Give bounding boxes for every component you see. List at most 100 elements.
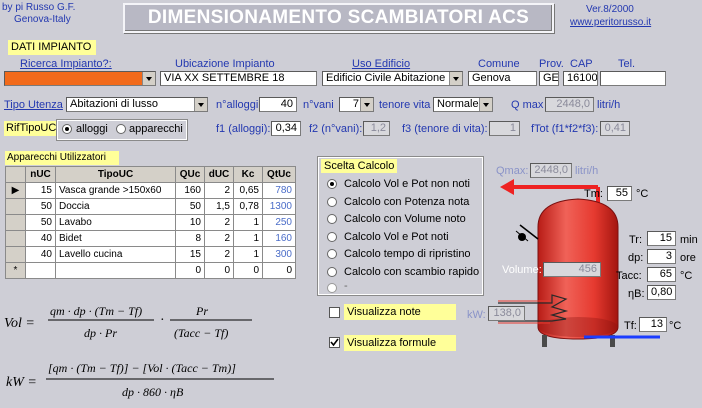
comune-input[interactable]: Genova bbox=[468, 71, 537, 86]
table-row[interactable]: 40 Bidet 8 2 1 160 bbox=[5, 230, 296, 247]
cell-nuc[interactable]: 40 bbox=[25, 246, 56, 263]
ubicazione-input[interactable]: VIA XX SETTEMBRE 18 bbox=[160, 71, 317, 86]
tenore-vita-combo[interactable]: Normale bbox=[433, 97, 493, 112]
ricerca-impianto-combo[interactable] bbox=[4, 71, 156, 86]
table-row[interactable]: ▶ 15 Vasca grande >150x60 160 2 0,65 780 bbox=[5, 182, 296, 199]
radio-alloggi[interactable] bbox=[62, 124, 72, 134]
col-kc[interactable]: Kc bbox=[233, 166, 263, 183]
tel-input[interactable] bbox=[600, 71, 666, 86]
qmax-output: 2448,0 bbox=[545, 97, 594, 112]
radio-apparecchi[interactable] bbox=[116, 124, 126, 134]
nvani-combo[interactable]: 7 bbox=[339, 97, 374, 112]
cell-duc[interactable]: 2 bbox=[204, 182, 234, 199]
cell-qtuc: 300 bbox=[262, 246, 296, 263]
table-row[interactable]: 40 Lavello cucina 15 2 1 300 bbox=[5, 246, 296, 263]
cell-tipouc[interactable]: Vasca grande >150x60 bbox=[55, 182, 176, 199]
boiler-leg bbox=[542, 335, 547, 347]
formula-kw-den: dp · 860 · ηB bbox=[122, 385, 184, 399]
cell-tipouc[interactable]: Bidet bbox=[55, 230, 176, 247]
cell-quc[interactable]: 50 bbox=[175, 198, 205, 215]
visualizza-note-checkbox[interactable] bbox=[329, 307, 340, 318]
radio-calc-1[interactable] bbox=[327, 197, 337, 207]
dp-input[interactable]: 3 bbox=[647, 249, 676, 264]
visualizza-formule-checkbox[interactable] bbox=[329, 337, 340, 348]
cell-kc[interactable]: 1 bbox=[233, 230, 263, 247]
f1-output: 0,34 bbox=[271, 121, 301, 136]
row-selector[interactable] bbox=[5, 198, 26, 215]
col-tipouc[interactable]: TipoUC bbox=[55, 166, 176, 183]
cell-nuc[interactable]: 50 bbox=[25, 198, 56, 215]
cell-duc[interactable]: 0 bbox=[204, 262, 234, 279]
row-current-marker[interactable]: ▶ bbox=[5, 182, 26, 199]
col-duc[interactable]: dUC bbox=[204, 166, 234, 183]
cell-kc[interactable]: 0 bbox=[233, 262, 263, 279]
cell-tipouc[interactable]: Doccia bbox=[55, 198, 176, 215]
cell-quc[interactable]: 160 bbox=[175, 182, 205, 199]
tacc-input[interactable]: 65 bbox=[647, 267, 676, 282]
eta-label: ηB: bbox=[628, 288, 645, 300]
cell-tipouc[interactable] bbox=[55, 262, 176, 279]
col-nuc[interactable]: nUC bbox=[25, 166, 56, 183]
nvani-value: 7 bbox=[352, 98, 359, 110]
radio-calc-2[interactable] bbox=[327, 214, 337, 224]
row-new-marker[interactable]: * bbox=[5, 262, 26, 279]
radio-calc-6[interactable] bbox=[327, 283, 337, 293]
tf-input[interactable]: 13 bbox=[639, 317, 667, 332]
cell-kc[interactable]: 1 bbox=[233, 246, 263, 263]
cell-quc[interactable]: 8 bbox=[175, 230, 205, 247]
cell-nuc[interactable]: 50 bbox=[25, 214, 56, 231]
row-selector[interactable] bbox=[5, 214, 26, 231]
cell-nuc[interactable] bbox=[25, 262, 56, 279]
chevron-down-icon[interactable] bbox=[142, 72, 155, 85]
f3-label: f3 (tenore di vita): bbox=[402, 123, 488, 135]
radio-calc-5[interactable] bbox=[327, 267, 337, 277]
cell-nuc[interactable]: 15 bbox=[25, 182, 56, 199]
dati-impianto-label: DATI IMPIANTO bbox=[8, 40, 96, 55]
tr-label: Tr: bbox=[629, 234, 643, 246]
radio-calc-0-label: Calcolo Vol e Pot non noti bbox=[344, 178, 470, 190]
cell-kc[interactable]: 0,78 bbox=[233, 198, 263, 215]
cell-kc[interactable]: 1 bbox=[233, 214, 263, 231]
qmax-label: Q max bbox=[511, 99, 544, 111]
prov-label: Prov. bbox=[539, 58, 564, 70]
chevron-down-icon[interactable] bbox=[449, 72, 462, 85]
cell-quc[interactable]: 10 bbox=[175, 214, 205, 231]
table-header-row: nUC TipoUC QUc dUC Kc QtUc bbox=[5, 166, 296, 183]
cell-nuc[interactable]: 40 bbox=[25, 230, 56, 247]
tipo-utenza-combo[interactable]: Abitazioni di lusso bbox=[66, 97, 208, 112]
chevron-down-icon[interactable] bbox=[479, 98, 492, 111]
cell-quc[interactable]: 15 bbox=[175, 246, 205, 263]
apparecchi-table[interactable]: nUC TipoUC QUc dUC Kc QtUc ▶ 15 Vasca gr… bbox=[5, 166, 296, 279]
cell-duc[interactable]: 2 bbox=[204, 230, 234, 247]
nalloggi-input[interactable]: 40 bbox=[259, 97, 297, 112]
cell-kc[interactable]: 0,65 bbox=[233, 182, 263, 199]
cell-duc[interactable]: 2 bbox=[204, 246, 234, 263]
table-row[interactable]: 50 Lavabo 10 2 1 250 bbox=[5, 214, 296, 231]
table-row-new[interactable]: * 0 0 0 0 bbox=[5, 262, 296, 279]
tr-input[interactable]: 15 bbox=[647, 231, 676, 246]
website-link[interactable]: www.peritorusso.it bbox=[570, 17, 651, 28]
radio-calc-5-label: Calcolo con scambio rapido bbox=[344, 266, 480, 278]
col-qtuc[interactable]: QtUc bbox=[262, 166, 296, 183]
cell-duc[interactable]: 1,5 bbox=[204, 198, 234, 215]
radio-calc-3[interactable] bbox=[327, 232, 337, 242]
col-quc[interactable]: QUc bbox=[175, 166, 205, 183]
radio-calc-0[interactable] bbox=[327, 179, 337, 189]
radio-calc-4[interactable] bbox=[327, 249, 337, 259]
chevron-down-icon[interactable] bbox=[360, 98, 373, 111]
tm-input[interactable]: 55 bbox=[607, 186, 632, 201]
cell-duc[interactable]: 2 bbox=[204, 214, 234, 231]
uso-edificio-combo[interactable]: Edificio Civile Abitazione bbox=[322, 71, 463, 86]
cell-tipouc[interactable]: Lavabo bbox=[55, 214, 176, 231]
row-selector[interactable] bbox=[5, 230, 26, 247]
prov-input[interactable]: GE bbox=[539, 71, 559, 86]
cell-quc[interactable]: 0 bbox=[175, 262, 205, 279]
cap-input[interactable]: 16100 bbox=[563, 71, 598, 86]
cell-qtuc: 160 bbox=[262, 230, 296, 247]
table-row[interactable]: 50 Doccia 50 1,5 0,78 1300 bbox=[5, 198, 296, 215]
row-selector[interactable] bbox=[5, 246, 26, 263]
eta-input[interactable]: 0,80 bbox=[647, 285, 676, 300]
chevron-down-icon[interactable] bbox=[194, 98, 207, 111]
cell-tipouc[interactable]: Lavello cucina bbox=[55, 246, 176, 263]
radio-apparecchi-label: apparecchi bbox=[129, 123, 183, 135]
